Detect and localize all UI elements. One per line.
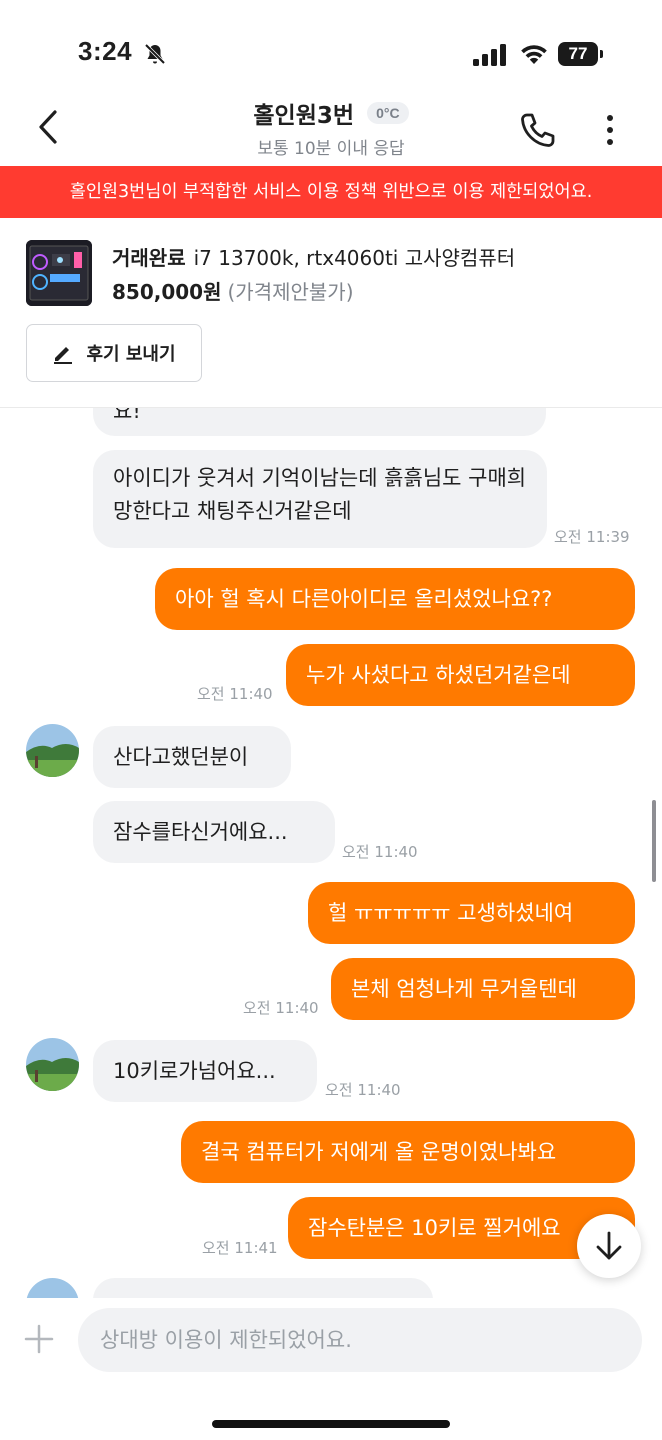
message-input[interactable]: 상대방 이용이 제한되었어요.: [78, 1308, 642, 1372]
title-wrap: 홀인원3번 0°C: [0, 96, 662, 130]
message-timestamp: 오전 11:41: [202, 1239, 278, 1257]
cellular-signal-icon: [473, 44, 506, 66]
product-price-row: 850,000원 (가격제안불가): [112, 276, 354, 305]
message-text: 아아 헐 혹시 다른아이디로 올리셨었나요??: [175, 586, 553, 611]
message-text: 요!: [113, 408, 141, 423]
more-vertical-icon[interactable]: [598, 112, 622, 148]
pencil-icon: [54, 347, 73, 364]
message-timestamp: 오전 11:40: [342, 843, 418, 861]
message-text: 헐 ㅠㅠㅠㅠㅠ 고생하셨네여: [328, 900, 574, 925]
incoming-message: 10키로가넘어요...: [93, 1040, 317, 1102]
product-price: 850,000원: [112, 280, 222, 304]
scroll-indicator[interactable]: [652, 800, 656, 882]
restriction-warning-banner: 홀인원3번님이 부적합한 서비스 이용 정책 위반으로 이용 제한되었어요.: [0, 166, 662, 218]
trade-status-label: 거래완료: [112, 246, 186, 270]
status-time: 3:24: [78, 36, 133, 66]
product-card[interactable]: 거래완료 i7 13700k, rtx4060ti 고사양컴퓨터 850,000원…: [0, 218, 662, 408]
outgoing-message: 헐 ㅠㅠㅠㅠㅠ 고생하셨네여: [308, 882, 635, 944]
chat-header: 홀인원3번 0°C 보통 10분 이내 응답: [0, 90, 662, 166]
message-text: 본체 엄청나게 무거울텐데: [351, 976, 577, 1001]
message-timestamp: 오전 11:40: [325, 1081, 401, 1099]
outgoing-message: 본체 엄청나게 무거울텐데: [331, 958, 635, 1020]
incoming-message: 아이디가 웃겨서 기억이남는데 흙흙님도 구매희망한다고 채팅주신거같은데: [93, 450, 547, 548]
outgoing-message: 누가 사셨다고 하셨던거같은데: [286, 644, 635, 706]
message-composer: 상대방 이용이 제한되었어요.: [0, 1298, 662, 1440]
send-review-label: 후기 보내기: [86, 344, 176, 365]
outgoing-message: 아아 헐 혹시 다른아이디로 올리셨었나요??: [155, 568, 635, 630]
arrow-down-icon: [596, 1231, 622, 1260]
partner-avatar[interactable]: [26, 1038, 79, 1091]
incoming-message: 잠수를타신거에요...: [93, 801, 335, 863]
message-text: 잠수탄분은 10키로 찔거에요: [308, 1215, 561, 1240]
partner-avatar[interactable]: [26, 724, 79, 777]
phone-call-icon[interactable]: [518, 110, 558, 150]
message-list[interactable]: 요! 아이디가 웃겨서 기억이남는데 흙흙님도 구매희망한다고 채팅주신거같은데…: [0, 408, 662, 1298]
home-indicator[interactable]: [212, 1420, 450, 1428]
message-text: 10키로가넘어요...: [113, 1058, 276, 1083]
incoming-message: 산다고했던분이: [93, 726, 291, 788]
response-time-text: 보통 10분 이내 응답: [257, 139, 405, 159]
message-text: 누가 사셨다고 하셨던거같은데: [306, 662, 571, 687]
message-text: 결국 컴퓨터가 저에게 올 운명이였나봐요: [201, 1139, 557, 1164]
outgoing-message: 결국 컴퓨터가 저에게 올 운명이였나봐요: [181, 1121, 635, 1183]
message-timestamp: 오전 11:40: [197, 685, 273, 703]
product-title: i7 13700k, rtx4060ti 고사양컴퓨터: [193, 246, 516, 270]
battery-level: 77: [558, 42, 598, 66]
product-title-row: 거래완료 i7 13700k, rtx4060ti 고사양컴퓨터: [112, 242, 515, 271]
chat-partner-name[interactable]: 홀인원3번: [253, 96, 354, 130]
send-review-button[interactable]: 후기 보내기: [26, 324, 202, 382]
manner-temperature-badge: 0°C: [367, 102, 409, 124]
scroll-to-bottom-button[interactable]: [577, 1214, 641, 1278]
message-timestamp: 오전 11:40: [243, 999, 319, 1017]
message-text: 아이디가 웃겨서 기억이남는데 흙흙님도 구매희망한다고 채팅주신거같은데: [113, 466, 527, 523]
partner-avatar[interactable]: [26, 1278, 79, 1298]
status-bar: 3:24 77: [0, 0, 662, 90]
wifi-icon: [521, 45, 547, 64]
message-text: 잠수를타신거에요...: [113, 819, 288, 844]
message-text: 산다고했던분이: [113, 744, 249, 769]
price-note: (가격제안불가): [227, 280, 354, 304]
product-thumbnail[interactable]: [26, 240, 92, 306]
incoming-message-partial: [93, 1278, 433, 1298]
battery-icon: 77: [558, 40, 604, 68]
message-timestamp: 오전 11:39: [554, 528, 630, 546]
incoming-message: 요!: [93, 408, 546, 436]
bell-slash-icon: [144, 43, 166, 65]
plus-icon[interactable]: [24, 1324, 54, 1354]
